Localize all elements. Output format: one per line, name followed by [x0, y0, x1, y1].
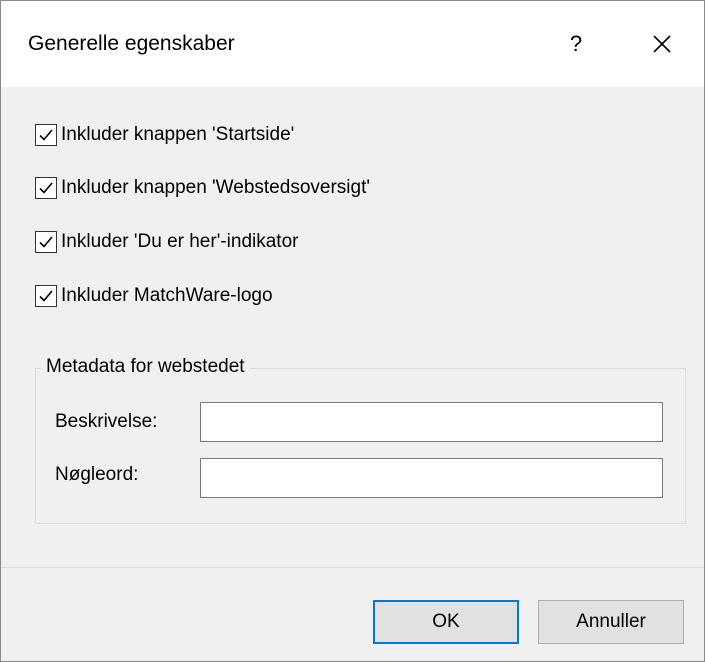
- checkbox[interactable]: [35, 231, 57, 253]
- checkmark-icon: [39, 129, 53, 141]
- checkbox[interactable]: [35, 124, 57, 146]
- checkbox-label: Inkluder MatchWare-logo: [61, 285, 273, 306]
- option-include-matchware-logo[interactable]: Inkluder MatchWare-logo: [35, 283, 273, 309]
- description-input[interactable]: [200, 402, 663, 442]
- cancel-button[interactable]: Annuller: [538, 600, 684, 644]
- help-icon: ?: [569, 31, 583, 56]
- option-include-you-are-here-indicator[interactable]: Inkluder 'Du er her'-indikator: [35, 229, 298, 255]
- checkmark-icon: [39, 182, 53, 194]
- description-label: Beskrivelse:: [55, 411, 158, 432]
- checkbox-label: Inkluder knappen 'Startside': [61, 124, 295, 145]
- checkbox[interactable]: [35, 285, 57, 307]
- title-bar: Generelle egenskaber ?: [1, 1, 704, 87]
- checkbox-label: Inkluder knappen 'Webstedsoversigt': [61, 177, 370, 198]
- checkbox-label: Inkluder 'Du er her'-indikator: [61, 231, 299, 252]
- help-button[interactable]: ?: [553, 21, 599, 67]
- metadata-group-title: Metadata for webstedet: [41, 355, 250, 379]
- footer-separator: [1, 567, 704, 568]
- close-icon: [653, 35, 671, 53]
- keywords-input[interactable]: [200, 458, 663, 498]
- checkmark-icon: [39, 236, 53, 248]
- metadata-groupbox: [35, 368, 686, 524]
- close-button[interactable]: [639, 21, 685, 67]
- ok-button[interactable]: OK: [373, 600, 519, 644]
- dialog-title: Generelle egenskaber: [28, 32, 235, 55]
- checkmark-icon: [39, 290, 53, 302]
- checkbox[interactable]: [35, 177, 57, 199]
- keywords-label: Nøgleord:: [55, 464, 139, 485]
- option-include-home-button[interactable]: Inkluder knappen 'Startside': [35, 122, 294, 148]
- option-include-sitemap-button[interactable]: Inkluder knappen 'Webstedsoversigt': [35, 175, 370, 201]
- dialog-window: Generelle egenskaber ? Inkluder knappen …: [0, 0, 705, 662]
